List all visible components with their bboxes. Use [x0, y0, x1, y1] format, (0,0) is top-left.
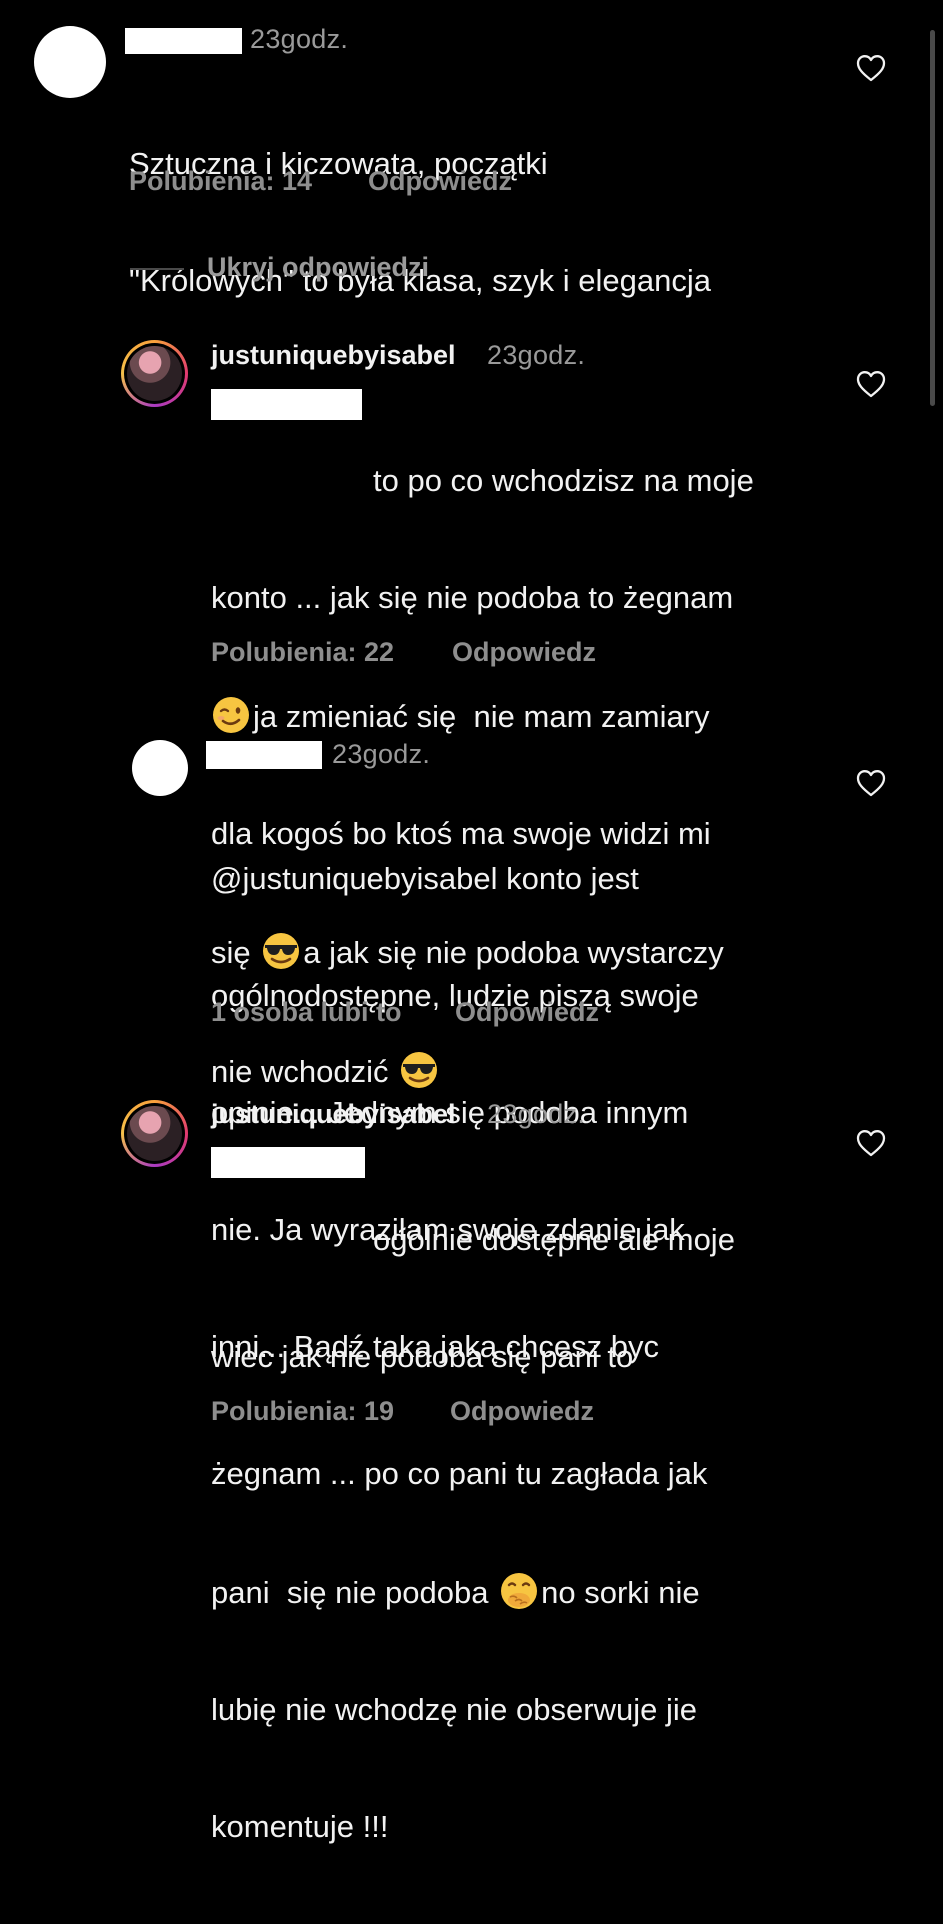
comment-timestamp: 23godz. — [487, 1099, 586, 1129]
reply-button[interactable]: Odpowiedz — [368, 166, 512, 197]
redacted-username — [206, 741, 322, 769]
likes-count[interactable]: Polubienia: 22 — [211, 637, 394, 668]
hand-over-mouth-face-icon — [499, 1571, 539, 1611]
reply-button[interactable]: Odpowiedz — [455, 997, 599, 1028]
heart-icon[interactable] — [856, 54, 886, 82]
comment-top-level: 23godz. Sztuczna i kiczowata, początki "… — [0, 0, 943, 298]
avatar[interactable] — [121, 340, 188, 407]
replies-divider — [130, 268, 184, 270]
heart-icon[interactable] — [856, 1129, 886, 1157]
reply-button[interactable]: Odpowiedz — [450, 1396, 594, 1427]
comment-text-line: lubię nie wchodzę nie obserwuje jie — [211, 1692, 697, 1727]
comment-text-line: @justuniquebyisabel konto jest — [211, 861, 639, 896]
comment-text: Sztuczna i kiczowata, początki "Królowyc… — [129, 66, 711, 378]
reply-button[interactable]: Odpowiedz — [452, 637, 596, 668]
likes-count[interactable]: Polubienia: 14 — [129, 166, 312, 197]
comment-text: ogólnie dostępne ale moje wiec jak nie p… — [211, 1142, 735, 1924]
comment-text-line: to po co wchodzisz na moje — [373, 463, 754, 498]
likes-count[interactable]: 1 osoba lubi to — [211, 997, 402, 1028]
hide-replies-button[interactable]: Ukryj odpowiedzi — [207, 252, 429, 283]
winking-face-icon — [211, 695, 251, 735]
comment-text-line: ogólnie dostępne ale moje — [373, 1222, 735, 1257]
comment-timestamp: 23godz. — [250, 24, 349, 54]
heart-icon[interactable] — [856, 370, 886, 398]
heart-icon[interactable] — [856, 769, 886, 797]
comment-text-line: komentuje !!! — [211, 1809, 389, 1844]
avatar[interactable] — [132, 740, 188, 796]
comment-text-line: ja zmieniać się nie mam zamiary — [253, 699, 710, 734]
redacted-username — [125, 28, 242, 54]
comment-text-fragment: pani się nie podoba — [211, 1575, 489, 1610]
likes-count[interactable]: Polubienia: 19 — [211, 1396, 394, 1427]
avatar[interactable] — [121, 1100, 188, 1167]
comment-username[interactable]: justuniquebyisabel — [211, 1099, 456, 1130]
comment-text-line: konto ... jak się nie podoba to żegnam — [211, 580, 734, 615]
comment-timestamp: 23godz. — [332, 739, 431, 769]
comment-text-line: wiec jak nie podoba się pani to — [211, 1339, 634, 1374]
avatar[interactable] — [34, 26, 106, 98]
comment-username[interactable]: justuniquebyisabel — [211, 340, 456, 371]
comment-text-fragment: no sorki nie — [541, 1575, 700, 1610]
comment-text-line: żegnam ... po co pani tu zagłada jak — [211, 1456, 708, 1491]
comment-timestamp: 23godz. — [487, 340, 586, 370]
